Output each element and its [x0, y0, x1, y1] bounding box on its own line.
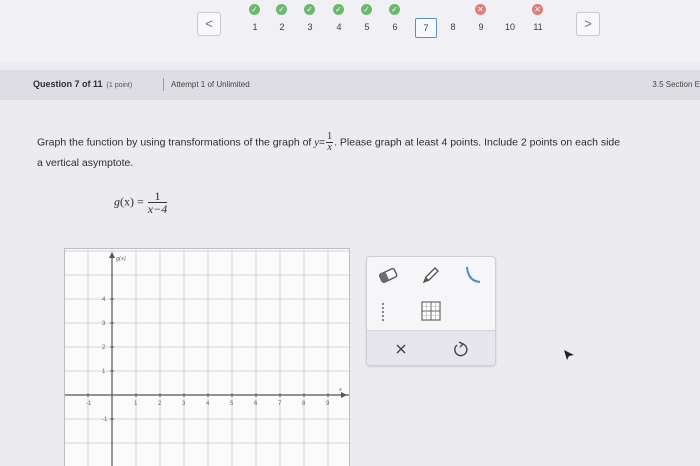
prompt-text-continued: . Please graph at least 4 points. Includ…: [334, 136, 621, 149]
y-tick-label: 2: [102, 345, 106, 351]
y-axis-label: g(x): [116, 255, 126, 262]
mouse-cursor-icon: [564, 350, 574, 360]
x-tick-label: -1: [86, 401, 92, 407]
question-4-button[interactable]: 4: [329, 18, 349, 36]
x-tick-label: 3: [182, 401, 186, 407]
check-icon: ✓: [249, 4, 260, 15]
question-points: (1 point): [106, 82, 133, 89]
question-7-button[interactable]: 7: [415, 18, 437, 38]
grid-icon[interactable]: [419, 299, 443, 323]
y-tick-label: 4: [102, 297, 106, 303]
eraser-icon[interactable]: [376, 263, 400, 287]
function-denominator: x−4: [147, 202, 168, 216]
question-2-button[interactable]: 2: [272, 18, 292, 36]
function-equals: =: [134, 194, 147, 209]
question-8-button[interactable]: 8: [443, 18, 463, 36]
question-1-button[interactable]: 1: [245, 18, 265, 36]
check-icon: ✓: [333, 4, 344, 15]
y-tick-label: 1: [102, 369, 106, 375]
section-label: 3.5 Section E: [652, 80, 700, 89]
y-tick-label: -1: [102, 417, 108, 423]
x-tick-label: 7: [278, 401, 282, 407]
next-question-button[interactable]: >: [576, 12, 600, 36]
header-divider: [163, 78, 164, 91]
asymptote-line-icon[interactable]: [371, 301, 395, 325]
check-icon: ✓: [389, 4, 400, 15]
question-navigation: < > 1 ✓ 2 ✓ 3 ✓ 4 ✓ 5 ✓ 6 ✓ 7 8 9 ✕ 10 11 ✕: [0, 0, 700, 62]
undo-icon[interactable]: [449, 337, 473, 361]
function-argument: (x): [120, 194, 134, 209]
check-icon: ✓: [361, 4, 372, 15]
prev-question-button[interactable]: <: [197, 12, 221, 36]
attempt-counter: Attempt 1 of Unlimited: [171, 80, 250, 89]
pencil-icon[interactable]: [419, 263, 443, 287]
question-11-button[interactable]: 11: [528, 18, 548, 36]
x-icon: ✕: [532, 4, 543, 15]
question-5-button[interactable]: 5: [357, 18, 377, 36]
question-9-button[interactable]: 9: [471, 18, 491, 36]
prompt-text: Graph the function by using transformati…: [37, 136, 315, 149]
equals-sign: =: [318, 136, 326, 149]
x-icon: ✕: [475, 4, 486, 15]
x-tick-label: 1: [134, 401, 138, 407]
x-tick-label: 5: [230, 401, 234, 407]
x-axis-label: x: [338, 387, 342, 393]
tools-action-bar: [367, 330, 495, 365]
x-tick-label: 4: [206, 401, 210, 407]
question-3-button[interactable]: 3: [300, 18, 320, 36]
x-tick-label: 9: [326, 401, 330, 407]
base-denominator: x: [327, 142, 332, 153]
check-icon: ✓: [304, 4, 315, 15]
x-tick-label: 8: [302, 401, 306, 407]
question-title: Question 7 of 11 (1 point): [33, 79, 133, 89]
question-10-button[interactable]: 10: [500, 18, 520, 36]
y-axis-arrow: [109, 252, 115, 258]
x-tick-label: 6: [254, 401, 258, 407]
y-tick-label: 3: [102, 321, 106, 327]
question-6-button[interactable]: 6: [385, 18, 405, 36]
graph-canvas[interactable]: g(x) x -1 1 2 3 4 5 6 7 8 9 4 3 2 1 -1: [64, 248, 350, 466]
question-prompt: Graph the function by using transformati…: [37, 132, 620, 153]
function-definition: g(x) = 1 x−4: [114, 190, 168, 215]
function-fraction: 1 x−4: [147, 190, 168, 216]
drawing-tools-panel: [366, 256, 496, 366]
question-prompt-line2: a vertical asymptote.: [37, 157, 134, 169]
x-tick-label: 2: [158, 401, 162, 407]
coordinate-grid[interactable]: g(x) x -1 1 2 3 4 5 6 7 8 9 4 3 2 1 -1: [65, 249, 349, 466]
check-icon: ✓: [276, 4, 287, 15]
question-header: Question 7 of 11 (1 point) Attempt 1 of U…: [0, 70, 700, 100]
clear-icon[interactable]: [389, 337, 413, 361]
x-axis-arrow: [341, 392, 347, 398]
curve-icon[interactable]: [461, 263, 485, 287]
base-fraction: 1x: [326, 132, 334, 153]
